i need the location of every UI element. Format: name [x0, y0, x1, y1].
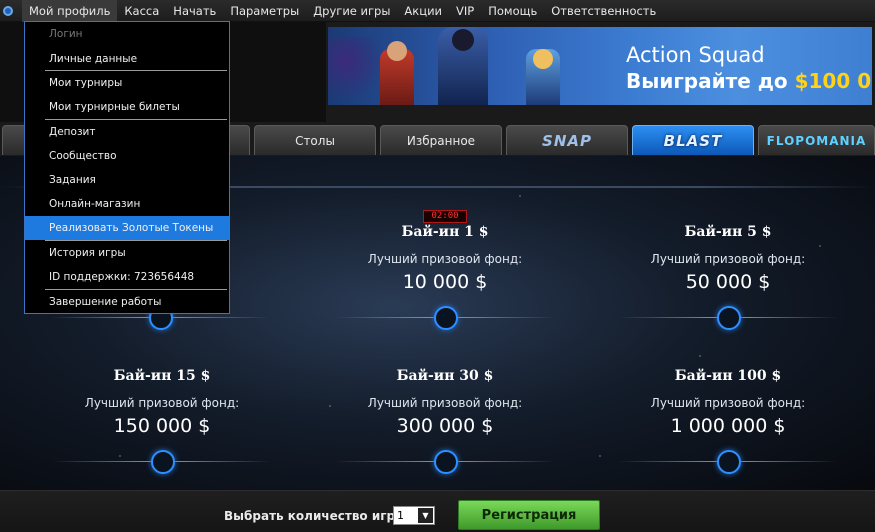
profile-dropdown-menu: Логин Личные данные Мои турниры Мои турн…: [24, 21, 230, 314]
tab-tables[interactable]: Столы: [254, 125, 376, 155]
menu-promotions[interactable]: Акции: [397, 0, 449, 22]
prize-value: 150 000 $: [113, 415, 211, 437]
tab-flopomania[interactable]: FLOPOMANIA: [758, 125, 875, 155]
banner-decoration: [328, 37, 388, 97]
hero-blast-head: [452, 29, 474, 51]
buyin-title: Бай-ин 15 $: [113, 368, 211, 384]
prize-label: Лучший призовой фонд:: [650, 252, 806, 266]
flopomania-logo: FLOPOMANIA: [766, 133, 867, 148]
banner-title: Action Squad: [626, 43, 765, 67]
tab-tables-label: Столы: [295, 133, 335, 148]
blast-logo: BLAST: [663, 131, 723, 150]
dropdown-item-tasks[interactable]: Задания: [25, 168, 229, 192]
chevron-down-icon[interactable]: ▼: [418, 508, 433, 523]
dropdown-item-my-tickets[interactable]: Мои турнирные билеты: [25, 95, 229, 119]
register-button[interactable]: Регистрация: [458, 500, 600, 530]
prize-value: 300 000 $: [396, 415, 494, 437]
prize-value: 10 000 $: [402, 271, 488, 293]
menu-vip[interactable]: VIP: [449, 0, 481, 22]
select-circle-button[interactable]: [434, 306, 458, 330]
top-menu-bar: Мой профиль Касса Начать Параметры Други…: [0, 0, 875, 22]
buyin-card-100: Бай-ин 100 $ Лучший призовой фонд: 1 000…: [608, 368, 848, 488]
snap-logo: SNAP: [542, 131, 592, 150]
games-count-label: Выбрать количество игр:: [224, 509, 400, 523]
menu-help[interactable]: Помощь: [481, 0, 544, 22]
prize-label: Лучший призовой фонд:: [84, 396, 240, 410]
buyin-card-15: Бай-ин 15 $ Лучший призовой фонд: 150 00…: [42, 368, 282, 488]
dropdown-item-exit[interactable]: Завершение работы: [25, 290, 229, 314]
select-circle-button[interactable]: [151, 450, 175, 474]
dropdown-item-login: Логин: [49, 28, 83, 40]
prize-value: 50 000 $: [685, 271, 771, 293]
dropdown-item-community[interactable]: Сообщество: [25, 144, 229, 168]
select-circle-button[interactable]: [717, 450, 741, 474]
tab-favorites-label: Избранное: [406, 133, 476, 148]
menu-start[interactable]: Начать: [166, 0, 223, 22]
dropdown-item-personal-data[interactable]: Личные данные: [25, 47, 229, 71]
hero-blonde-head: [533, 49, 553, 69]
dropdown-item-deposit[interactable]: Депозит: [25, 120, 229, 144]
tab-blast[interactable]: BLAST: [632, 125, 754, 155]
timer-display: 02:00: [423, 210, 467, 223]
buyin-card-30: Бай-ин 30 $ Лучший призовой фонд: 300 00…: [325, 368, 565, 488]
buyin-title: Бай-ин 1 $: [401, 224, 489, 240]
main-menu: Мой профиль Касса Начать Параметры Други…: [22, 0, 663, 22]
dropdown-item-history[interactable]: История игры: [25, 241, 229, 265]
menu-responsibility[interactable]: Ответственность: [544, 0, 663, 22]
banner-subtitle-amount: $100 000!: [794, 69, 872, 93]
dropdown-item-redeem-tokens[interactable]: Реализовать Золотые Токены: [25, 216, 229, 240]
banner-subtitle-prefix: Выиграйте до: [626, 69, 795, 93]
menu-other-games[interactable]: Другие игры: [306, 0, 397, 22]
menu-settings[interactable]: Параметры: [223, 0, 306, 22]
buyin-card-5: Бай-ин 5 $ Лучший призовой фонд: 50 000 …: [608, 224, 848, 344]
prize-label: Лучший призовой фонд:: [650, 396, 806, 410]
menu-cashier[interactable]: Касса: [117, 0, 166, 22]
bottom-bar: Выбрать количество игр: 1 ▼ Регистрация: [0, 490, 875, 532]
banner-subtitle: Выиграйте до $100 000!: [626, 69, 872, 93]
select-circle-button[interactable]: [717, 306, 741, 330]
menu-my-profile[interactable]: Мой профиль: [22, 0, 118, 22]
dropdown-item-support-id[interactable]: ID поддержки: 723656448: [25, 265, 229, 289]
dropdown-item-shop[interactable]: Онлайн-магазин: [25, 192, 229, 216]
select-circle-button[interactable]: [434, 450, 458, 474]
tab-snap[interactable]: SNAP: [506, 125, 628, 155]
tab-favorites[interactable]: Избранное: [380, 125, 502, 155]
dropdown-item-my-tournaments[interactable]: Мои турниры: [25, 71, 229, 95]
hero-red-head: [387, 41, 407, 61]
prize-label: Лучший призовой фонд:: [367, 252, 523, 266]
buyin-title: Бай-ин 5 $: [684, 224, 772, 240]
prize-label: Лучший призовой фонд:: [367, 396, 523, 410]
buyin-title: Бай-ин 30 $: [396, 368, 494, 384]
games-count-value: 1: [397, 509, 404, 522]
promo-banner[interactable]: Action Squad Выиграйте до $100 000!: [328, 27, 872, 105]
app-logo-icon[interactable]: [3, 6, 13, 16]
buyin-title: Бай-ин 100 $: [674, 368, 782, 384]
games-count-select[interactable]: 1 ▼: [393, 506, 435, 525]
prize-value: 1 000 000 $: [670, 415, 786, 437]
buyin-card-1: Бай-ин 1 $ Лучший призовой фонд: 10 000 …: [325, 224, 565, 344]
